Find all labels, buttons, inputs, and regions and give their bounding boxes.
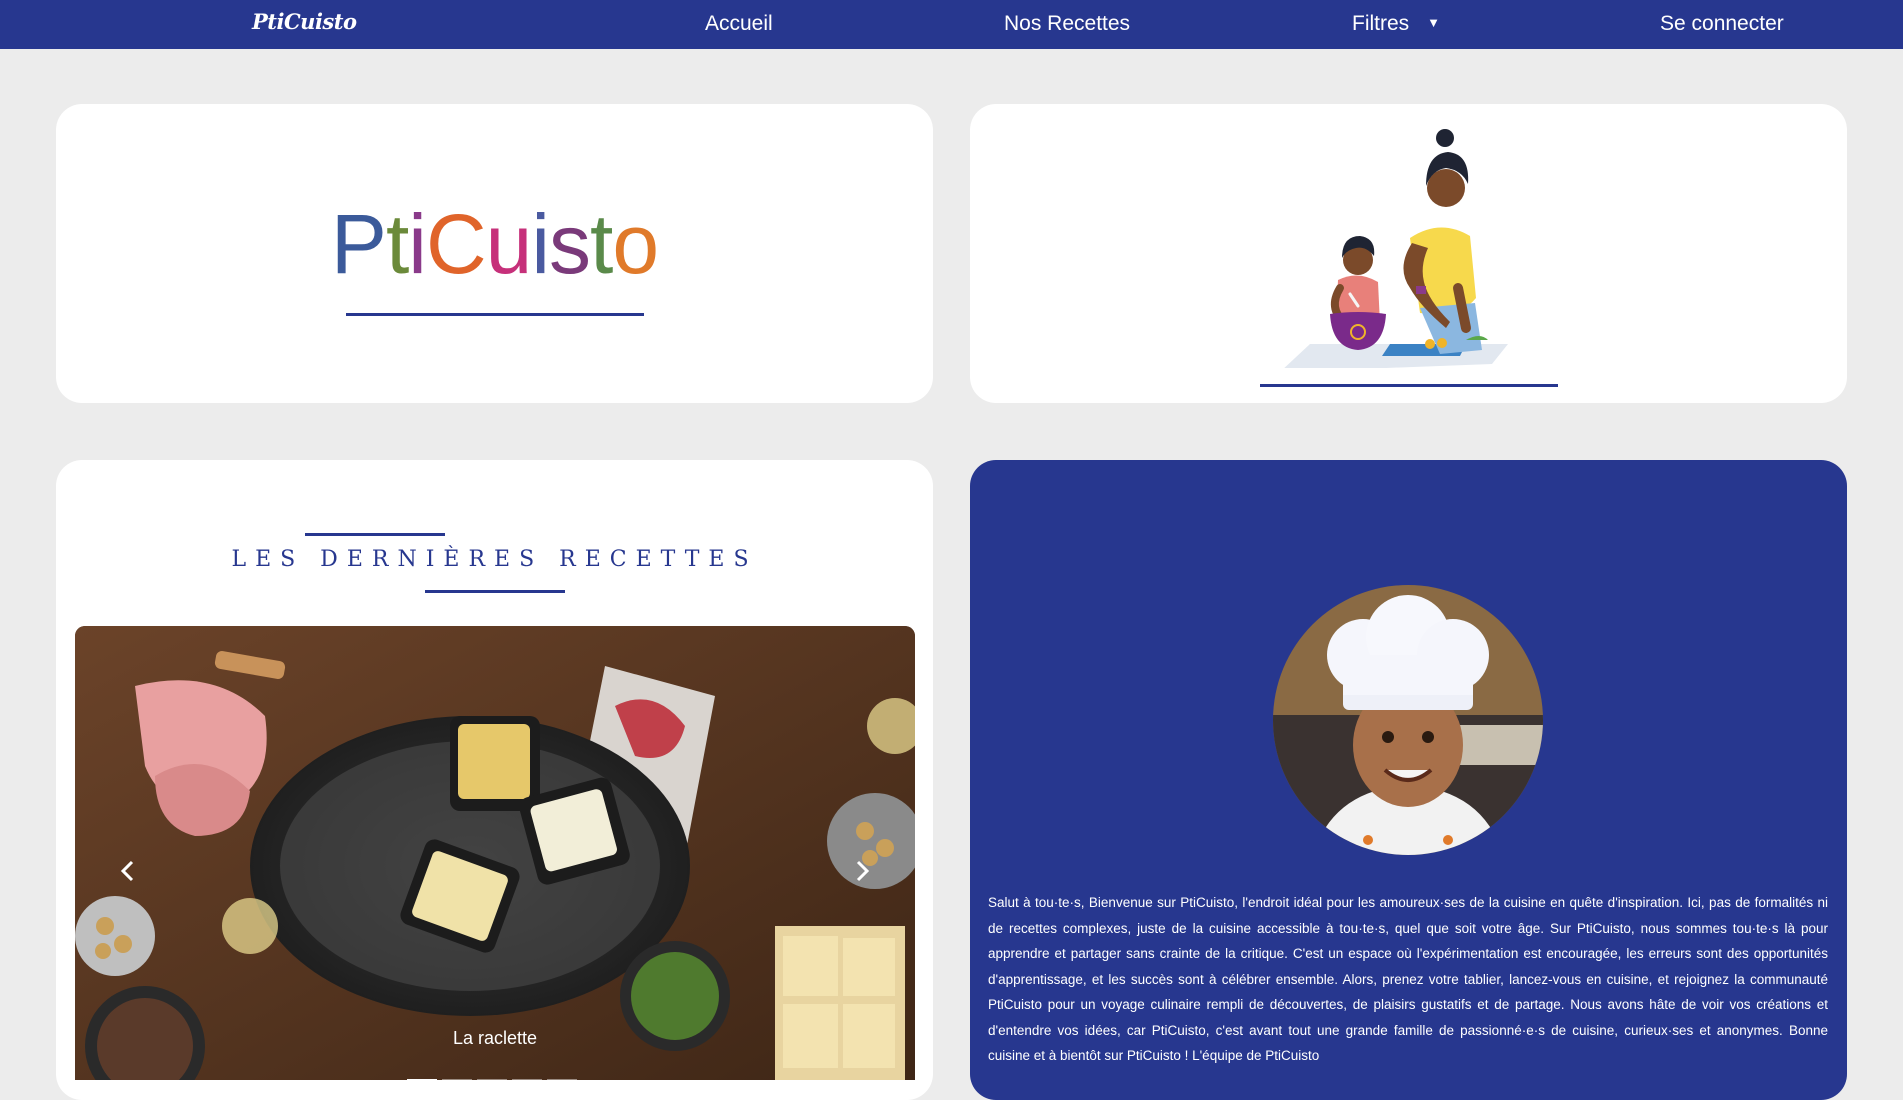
- section-title-recipes: Les dernières recettes: [231, 547, 758, 572]
- carousel-indicators: [407, 1069, 582, 1080]
- navbar: PtiCuisto Accueil Nos Recettes Filtres ▼ …: [0, 0, 1903, 49]
- logo-card: PtiCuisto: [56, 104, 933, 403]
- logo-letter: t: [385, 197, 409, 291]
- nav-link-filtres: Filtres: [1352, 12, 1410, 35]
- intro-paragraph: Salut à tou·te·s, Bienvenue sur PtiCuist…: [988, 895, 1828, 1063]
- logo-letter: i: [531, 197, 550, 291]
- title-top-bar: [305, 533, 445, 536]
- nav-link-login[interactable]: Se connecter: [1660, 12, 1784, 36]
- mother-bun: [1436, 129, 1454, 147]
- logo-letter: C: [425, 197, 487, 291]
- logo-letter: o: [612, 197, 659, 291]
- nav-link-accueil[interactable]: Accueil: [705, 12, 773, 36]
- logo-letter: t: [590, 197, 613, 291]
- slide-caption: La raclette: [452, 1028, 538, 1048]
- chef-avatar: [1273, 585, 1543, 855]
- chevron-left-icon[interactable]: [113, 856, 143, 886]
- title-bottom-bar: [425, 590, 565, 593]
- nav-link-nos-recettes[interactable]: Nos Recettes: [1004, 12, 1130, 36]
- raclette-photo[interactable]: [75, 626, 915, 1080]
- logo-letter: i: [408, 197, 427, 291]
- illustration-card: [970, 104, 1847, 403]
- logo-underline: [346, 313, 644, 316]
- bracelet: [1416, 286, 1426, 294]
- caret-down-icon: ▼: [1427, 15, 1441, 30]
- illustration-underline: [1260, 384, 1558, 387]
- nav-filters-dropdown[interactable]: Filtres ▼: [1352, 12, 1440, 36]
- logo-letter: s: [549, 197, 591, 291]
- hero-logo: PtiCuisto: [56, 194, 933, 294]
- cooking-illustration: [1284, 129, 1508, 368]
- chevron-right-icon[interactable]: [847, 856, 877, 886]
- nav-logo[interactable]: PtiCuisto: [252, 9, 357, 34]
- logo-letter: P: [330, 197, 387, 291]
- recipe-carousel[interactable]: La raclette: [75, 626, 915, 1080]
- logo-letter: u: [485, 197, 533, 291]
